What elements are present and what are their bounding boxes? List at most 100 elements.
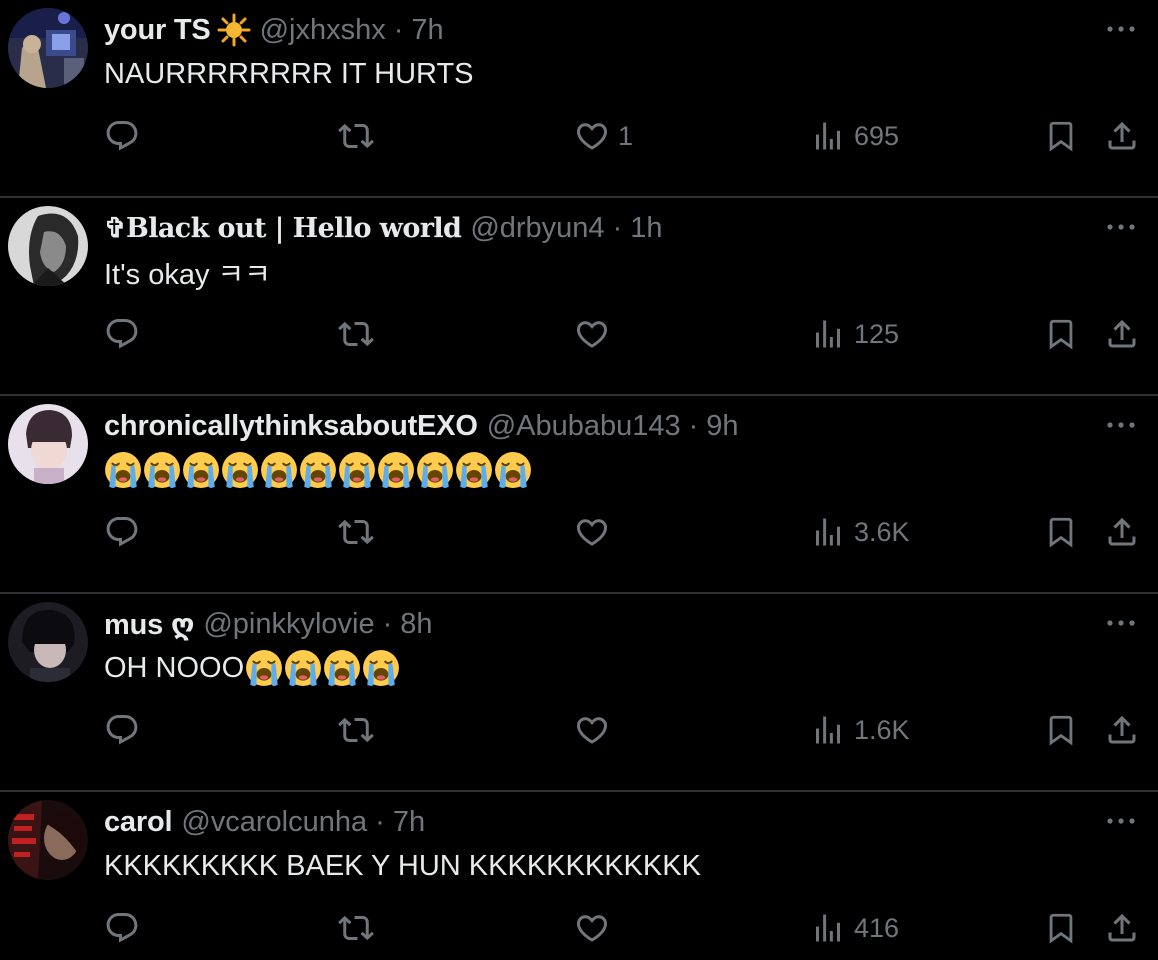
bookmark-button[interactable] — [1044, 314, 1078, 354]
views-button[interactable]: 125 — [810, 314, 899, 354]
retweet-button[interactable] — [338, 116, 374, 156]
avatar[interactable] — [8, 206, 88, 286]
reply-button[interactable] — [104, 512, 140, 552]
views-icon — [816, 320, 840, 348]
like-count: 1 — [618, 120, 634, 151]
like-button[interactable] — [574, 314, 618, 354]
views-icon — [816, 716, 840, 744]
share-button[interactable] — [1104, 908, 1140, 948]
view-count: 416 — [854, 912, 900, 943]
views-button[interactable]: 695 — [810, 116, 899, 156]
action-bar: 125 — [0, 314, 1158, 354]
views-icon — [816, 914, 840, 942]
separator-dot: · — [688, 409, 699, 442]
more-icon[interactable] — [1106, 14, 1136, 44]
more-icon[interactable] — [1106, 608, 1136, 638]
share-button[interactable] — [1104, 314, 1140, 354]
share-button[interactable] — [1104, 116, 1140, 156]
tweet-text-content: NAURRRRRRRR IT HURTS — [104, 57, 474, 90]
action-bar: 3.6K — [0, 512, 1158, 552]
like-button[interactable] — [574, 512, 618, 552]
more-icon[interactable] — [1106, 212, 1136, 242]
reply-button[interactable] — [104, 116, 140, 156]
display-name[interactable]: mus ღ — [104, 607, 195, 642]
loudly-crying-face-icon — [417, 452, 453, 488]
separator-dot: · — [375, 805, 385, 838]
action-bar: 1.6K — [0, 710, 1158, 750]
tweet[interactable]: your TS @jxhxshx · 7h NAURRRRRRRR IT HUR… — [0, 0, 1158, 198]
user-handle[interactable]: @vcarolcunha — [181, 806, 367, 839]
action-bar: 1 695 — [0, 116, 1158, 156]
more-icon[interactable] — [1106, 410, 1136, 440]
avatar[interactable] — [8, 800, 88, 880]
tweet-text — [104, 450, 532, 490]
reply-icon — [106, 913, 138, 943]
display-name[interactable]: ✞Black out | Hello world — [104, 213, 462, 244]
emoji-row — [104, 451, 532, 489]
more-icon[interactable] — [1106, 806, 1136, 836]
timestamp[interactable]: 1h — [630, 212, 662, 245]
loudly-crying-face-icon — [339, 452, 375, 488]
retweet-icon — [338, 321, 374, 347]
loudly-crying-face-icon — [105, 452, 141, 488]
like-button[interactable] — [574, 908, 618, 948]
avatar[interactable] — [8, 8, 88, 88]
timestamp[interactable]: 8h — [400, 608, 432, 641]
display-name[interactable]: carol — [104, 806, 173, 839]
retweet-button[interactable] — [338, 512, 374, 552]
like-icon — [576, 519, 608, 546]
views-icon — [816, 122, 840, 150]
reply-icon — [106, 517, 138, 547]
bookmark-button[interactable] — [1044, 512, 1078, 552]
display-name[interactable]: your TS — [104, 14, 211, 47]
avatar[interactable] — [8, 602, 88, 682]
user-handle[interactable]: @drbyun4 — [470, 212, 604, 245]
reply-button[interactable] — [104, 908, 140, 948]
emoji-row — [245, 649, 400, 687]
view-count: 125 — [854, 318, 900, 349]
timestamp[interactable]: 7h — [393, 806, 425, 839]
retweet-icon — [338, 519, 374, 545]
tweet-header: mus ღ @pinkkylovie · 8h — [104, 604, 433, 644]
display-name[interactable]: chronicallythinksaboutEXO — [104, 410, 478, 443]
sun-emoji-icon — [217, 13, 251, 47]
bookmark-icon — [1049, 121, 1073, 152]
reply-button[interactable] — [104, 314, 140, 354]
bookmark-button[interactable] — [1044, 908, 1078, 948]
bookmark-button[interactable] — [1044, 116, 1078, 156]
tweet-header: ✞Black out | Hello world @drbyun4 · 1h — [104, 208, 663, 248]
tweet[interactable]: mus ღ @pinkkylovie · 8h OH NOOO 1.6K — [0, 594, 1158, 792]
retweet-button[interactable] — [338, 314, 374, 354]
user-handle[interactable]: @Abubabu143 — [487, 410, 681, 443]
like-icon — [576, 321, 608, 348]
views-button[interactable]: 3.6K — [810, 512, 910, 552]
timestamp[interactable]: 7h — [411, 14, 443, 47]
timestamp[interactable]: 9h — [706, 410, 738, 443]
view-count: 695 — [854, 120, 900, 151]
bookmark-icon — [1049, 517, 1073, 548]
views-button[interactable]: 416 — [810, 908, 899, 948]
loudly-crying-face-icon — [324, 650, 361, 686]
view-count: 1.6K — [854, 714, 910, 745]
tweet[interactable]: chronicallythinksaboutEXO @Abubabu143 · … — [0, 396, 1158, 594]
user-handle[interactable]: @jxhxshx — [260, 14, 386, 47]
share-button[interactable] — [1104, 710, 1140, 750]
views-button[interactable]: 1.6K — [810, 710, 910, 750]
retweet-button[interactable] — [338, 710, 374, 750]
loudly-crying-face-icon — [456, 452, 492, 488]
share-button[interactable] — [1104, 512, 1140, 552]
tweet[interactable]: ✞Black out | Hello world @drbyun4 · 1h I… — [0, 198, 1158, 396]
like-button[interactable] — [574, 710, 618, 750]
loudly-crying-face-icon — [495, 452, 531, 488]
like-button[interactable]: 1 — [574, 116, 633, 156]
tweet-text-content: KKKKKKKKK BAEK Y HUN KKKKKKKKKKKK — [104, 849, 701, 882]
reply-icon — [106, 715, 138, 745]
retweet-button[interactable] — [338, 908, 374, 948]
reply-button[interactable] — [104, 710, 140, 750]
tweet[interactable]: carol @vcarolcunha · 7h KKKKKKKKK BAEK Y… — [0, 792, 1158, 960]
like-icon — [576, 915, 608, 942]
bookmark-button[interactable] — [1044, 710, 1078, 750]
avatar[interactable] — [8, 404, 88, 484]
user-handle[interactable]: @pinkkylovie — [203, 608, 374, 641]
reply-icon — [106, 319, 138, 349]
